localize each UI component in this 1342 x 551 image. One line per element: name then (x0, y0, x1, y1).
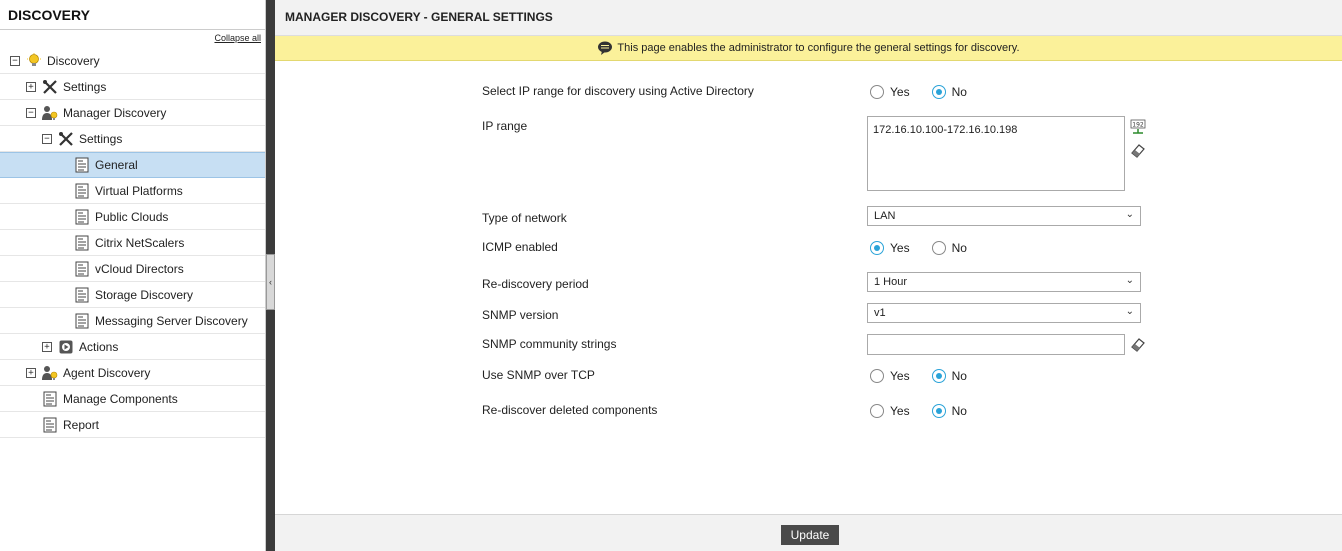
tree-item-storage-discovery[interactable]: Storage Discovery (0, 282, 265, 308)
snmp-tcp-no-radio[interactable]: No (931, 369, 967, 383)
tree-item-label: Agent Discovery (63, 365, 151, 380)
discovery-tree: − Discovery + Settings − Manager Discovery − Se… (0, 48, 265, 438)
tools-icon (58, 131, 74, 147)
tree-item-label: Manager Discovery (63, 105, 167, 120)
chevron-down-icon: ⌄ (1125, 306, 1134, 317)
network-type-label: Type of network (482, 211, 567, 225)
tree-item-label: Messaging Server Discovery (95, 313, 248, 328)
chevron-down-icon: ⌄ (1125, 275, 1134, 286)
collapse-panel-handle[interactable]: ‹ (266, 254, 275, 310)
ad-range-radio-group: Yes No (870, 85, 989, 99)
tree-item-label: Manage Components (63, 391, 178, 406)
page-icon (74, 235, 90, 251)
manager-icon (42, 105, 58, 121)
icmp-radio-group: Yes No (870, 241, 989, 255)
tree-item-agent-discovery[interactable]: + Agent Discovery (0, 360, 265, 386)
tree-item-discovery[interactable]: − Discovery (0, 48, 265, 74)
eraser-icon[interactable] (1130, 336, 1146, 352)
icmp-yes-radio[interactable]: Yes (870, 241, 910, 255)
page-icon (42, 417, 58, 433)
snmp-tcp-radio-group: Yes No (870, 369, 989, 383)
tree-item-label: Report (63, 417, 100, 432)
page-icon (42, 391, 58, 407)
tree-item-label: Virtual Platforms (95, 183, 183, 198)
snmp-community-label: SNMP community strings (482, 337, 617, 351)
page-icon (74, 183, 90, 199)
expand-icon[interactable]: + (26, 81, 36, 92)
info-text: This page enables the administrator to c… (617, 42, 1020, 54)
rediscovery-period-label: Re-discovery period (482, 277, 589, 291)
expand-icon[interactable]: + (42, 341, 52, 352)
tree-item-label: General (95, 158, 138, 172)
sidebar-title: DISCOVERY (0, 0, 265, 30)
tree-item-label: Citrix NetScalers (95, 235, 185, 250)
page-icon (74, 157, 90, 173)
tree-item-actions[interactable]: + Actions (0, 334, 265, 360)
tree-item-general[interactable]: General (0, 152, 265, 178)
eraser-icon[interactable] (1130, 142, 1146, 158)
tree-item-manage-components[interactable]: Manage Components (0, 386, 265, 412)
ad-range-label: Select IP range for discovery using Acti… (482, 84, 754, 98)
tree-item-public-clouds[interactable]: Public Clouds (0, 204, 265, 230)
tree-item-label: Discovery (47, 53, 100, 68)
update-button[interactable]: Update (781, 525, 839, 545)
icmp-label: ICMP enabled (482, 240, 558, 254)
tree-item-label: Actions (79, 339, 119, 354)
page-icon (74, 209, 90, 225)
sidebar: DISCOVERY Collapse all − Discovery + Settin… (0, 0, 266, 551)
ip-range-label: IP range (482, 119, 528, 133)
rediscover-deleted-no-radio[interactable]: No (931, 404, 967, 418)
tools-icon (42, 79, 58, 95)
tree-item-settings[interactable]: + Settings (0, 74, 265, 100)
page-icon (74, 313, 90, 329)
snmp-version-label: SNMP version (482, 308, 559, 322)
page-title: MANAGER DISCOVERY - GENERAL SETTINGS (275, 0, 1342, 36)
svg-text:192: 192 (1132, 122, 1144, 129)
info-banner: This page enables the administrator to c… (275, 36, 1342, 61)
tree-item-manager-discovery[interactable]: − Manager Discovery (0, 100, 265, 126)
expand-icon[interactable]: + (26, 367, 36, 378)
tree-item-report[interactable]: Report (0, 412, 265, 438)
tree-item-messaging-server-discovery[interactable]: Messaging Server Discovery (0, 308, 265, 334)
ip-address-icon[interactable]: 192 (1130, 119, 1146, 135)
tree-item-label: Public Clouds (95, 209, 169, 224)
tree-item-virtual-platforms[interactable]: Virtual Platforms (0, 178, 265, 204)
snmp-tcp-yes-radio[interactable]: Yes (870, 369, 910, 383)
tree-item-vcloud-directors[interactable]: vCloud Directors (0, 256, 265, 282)
rediscover-deleted-label: Re-discover deleted components (482, 403, 658, 417)
ad-range-no-radio[interactable]: No (931, 85, 967, 99)
tree-item-settings[interactable]: − Settings (0, 126, 265, 152)
collapse-all-link[interactable]: Collapse all (214, 33, 261, 43)
panel-splitter[interactable]: ‹ (266, 0, 275, 551)
snmp-tcp-label: Use SNMP over TCP (482, 368, 595, 382)
ip-range-textarea[interactable]: 172.16.10.100-172.16.10.198 (867, 116, 1125, 191)
tree-item-label: vCloud Directors (95, 261, 184, 276)
network-type-select[interactable]: LAN ⌄ (867, 206, 1141, 226)
speech-bubble-icon (597, 41, 613, 55)
rediscover-deleted-radio-group: Yes No (870, 404, 989, 418)
icmp-no-radio[interactable]: No (931, 241, 967, 255)
form-footer: Update (275, 514, 1342, 551)
rediscover-deleted-yes-radio[interactable]: Yes (870, 404, 910, 418)
agent-icon (42, 365, 58, 381)
actions-icon (58, 339, 74, 355)
page-icon (74, 287, 90, 303)
page-icon (74, 261, 90, 277)
tree-item-label: Settings (63, 79, 107, 94)
chevron-down-icon: ⌄ (1125, 209, 1134, 220)
collapse-icon[interactable]: − (10, 55, 20, 66)
tree-item-citrix-netscalers[interactable]: Citrix NetScalers (0, 230, 265, 256)
main-panel: MANAGER DISCOVERY - GENERAL SETTINGS Thi… (275, 0, 1342, 551)
snmp-version-select[interactable]: v1 ⌄ (867, 303, 1141, 323)
collapse-icon[interactable]: − (42, 133, 52, 144)
snmp-community-input[interactable] (867, 334, 1125, 355)
rediscovery-period-select[interactable]: 1 Hour ⌄ (867, 272, 1141, 292)
collapse-icon[interactable]: − (26, 107, 36, 118)
tree-item-label: Settings (79, 131, 123, 146)
tree-item-label: Storage Discovery (95, 287, 194, 302)
ad-range-yes-radio[interactable]: Yes (870, 85, 910, 99)
bulb-icon (26, 52, 42, 69)
